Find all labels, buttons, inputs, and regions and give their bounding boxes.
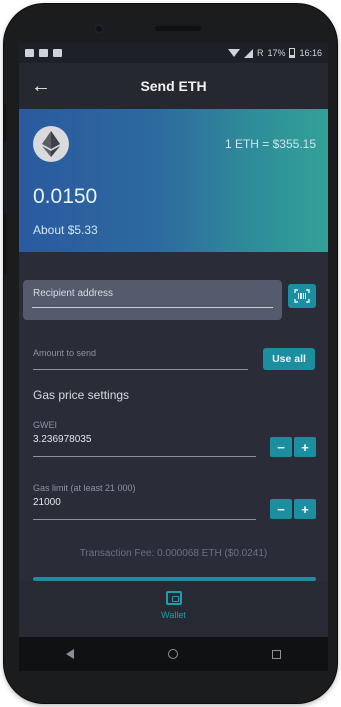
gas-limit-decrease-button[interactable]: − bbox=[270, 499, 292, 519]
system-recents-icon[interactable] bbox=[272, 649, 281, 659]
battery-icon bbox=[289, 48, 296, 58]
gwei-stepper: − + bbox=[270, 437, 316, 457]
wallet-icon bbox=[165, 591, 182, 605]
notification-icons bbox=[25, 49, 62, 57]
qr-scan-icon bbox=[294, 289, 310, 303]
send-amount: 0.0150 bbox=[33, 185, 98, 208]
side-button bbox=[4, 104, 7, 142]
app-bar: ← Send ETH bbox=[19, 63, 328, 109]
gwei-underline bbox=[33, 456, 256, 457]
gwei-increase-button[interactable]: + bbox=[294, 437, 316, 457]
exchange-rate: 1 ETH = $355.15 bbox=[224, 137, 316, 151]
back-arrow-icon[interactable]: ← bbox=[31, 76, 53, 96]
gas-limit-increase-button[interactable]: + bbox=[294, 499, 316, 519]
speaker-grille bbox=[155, 26, 201, 31]
status-bar: R 17% 16:16 bbox=[19, 43, 328, 63]
recipient-address-field[interactable]: Recipient address bbox=[23, 280, 282, 320]
transaction-fee: Transaction Fee: 0.000068 ETH ($0.0241) bbox=[79, 548, 268, 559]
notification-icon bbox=[25, 49, 34, 57]
ethereum-logo-icon bbox=[33, 126, 69, 162]
scan-qr-button[interactable] bbox=[288, 284, 316, 308]
front-camera bbox=[94, 24, 104, 34]
gwei-label: GWEI bbox=[33, 420, 57, 430]
wifi-icon bbox=[227, 49, 240, 57]
system-back-icon[interactable] bbox=[66, 649, 74, 659]
battery-percent: 17% bbox=[267, 48, 286, 58]
system-home-icon[interactable] bbox=[168, 649, 178, 659]
status-time: 16:16 bbox=[299, 48, 322, 58]
balance-card: 1 ETH = $355.15 0.0150 About $5.33 bbox=[19, 109, 328, 252]
app-screen: R 17% 16:16 ← Send ETH 1 ETH = $355.15 0… bbox=[19, 43, 328, 637]
recipient-address-label: Recipient address bbox=[33, 288, 114, 299]
recipient-underline bbox=[32, 307, 273, 308]
tab-wallet[interactable]: Wallet bbox=[19, 591, 328, 620]
amount-input[interactable]: Amount to send bbox=[33, 348, 96, 358]
gas-limit-underline bbox=[33, 519, 256, 520]
signal-icon bbox=[243, 48, 253, 58]
side-button bbox=[4, 214, 7, 274]
amount-fiat: About $5.33 bbox=[33, 223, 98, 237]
gwei-input[interactable]: 3.236978035 bbox=[33, 434, 91, 445]
gas-limit-label: Gas limit (at least 21 000) bbox=[33, 483, 136, 493]
page-title: Send ETH bbox=[140, 78, 207, 94]
tab-wallet-label: Wallet bbox=[161, 610, 186, 620]
amount-underline bbox=[33, 369, 248, 370]
roaming-indicator: R bbox=[256, 48, 264, 58]
gwei-decrease-button[interactable]: − bbox=[270, 437, 292, 457]
gas-limit-input[interactable]: 21000 bbox=[33, 497, 61, 508]
notification-icon bbox=[39, 49, 48, 57]
gas-settings-heading: Gas price settings bbox=[33, 388, 130, 402]
bottom-navigation: Wallet bbox=[19, 581, 328, 637]
use-all-button[interactable]: Use all bbox=[263, 348, 315, 370]
gas-limit-stepper: − + bbox=[270, 499, 316, 519]
notification-icon bbox=[53, 49, 62, 57]
status-icons: R 17% 16:16 bbox=[227, 48, 322, 58]
system-navigation-bar bbox=[19, 637, 328, 671]
